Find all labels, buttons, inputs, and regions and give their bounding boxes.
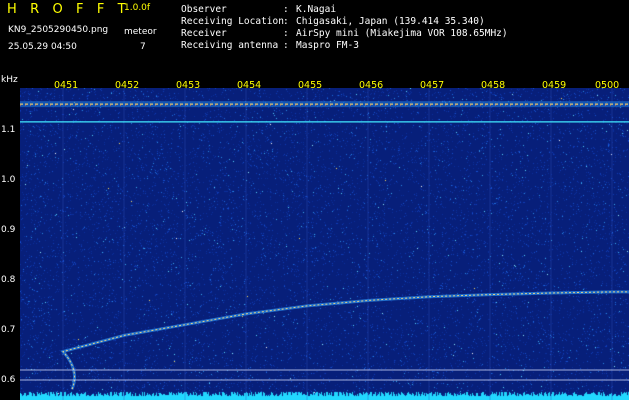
drift-trace-glow (60, 290, 629, 390)
time-tick-label: 0456 (359, 80, 384, 91)
y-tick-label: 1.1 (1, 125, 16, 135)
info-value-receiver: AirSpy mini (Miakejima VOR 108.65MHz) (296, 28, 508, 39)
info-colon: : (283, 40, 289, 51)
unit-label: kHz (1, 75, 18, 85)
count-label: 7 (140, 42, 146, 52)
header-panel: H R O F F T 1.0.0f KN9_2505290450.png me… (0, 0, 629, 76)
date-label: 25.05.29 04:50 (8, 42, 77, 52)
info-colon: : (283, 16, 289, 27)
time-tick-label: 0451 (54, 80, 79, 91)
info-colon: : (283, 4, 289, 15)
spectrogram-overlay (20, 88, 629, 400)
time-tick-label: 0453 (176, 80, 201, 91)
version-label: 1.0.0f (124, 3, 151, 13)
y-tick-label: 0.6 (1, 375, 16, 385)
time-tick-label: 0454 (237, 80, 262, 91)
time-tick-label: 0452 (115, 80, 140, 91)
filename-label: KN9_2505290450.png (8, 25, 109, 35)
info-value-antenna: Maspro FM-3 (296, 40, 359, 51)
brand-title: H R O F F T (7, 2, 131, 17)
info-colon: : (283, 28, 289, 39)
drift-trace (62, 291, 629, 390)
y-tick-label: 0.9 (1, 225, 16, 235)
time-tick-label: 0455 (298, 80, 323, 91)
info-value-location: Chigasaki, Japan (139.414 35.340) (296, 16, 485, 27)
mode-label: meteor (124, 27, 157, 37)
info-key-location: Receiving Location (181, 16, 284, 27)
info-key-receiver: Receiver (181, 28, 227, 39)
y-tick-label: 0.7 (1, 325, 16, 335)
time-tick-label: 0458 (481, 80, 506, 91)
y-tick-label: 0.8 (1, 275, 16, 285)
time-tick-label: 0500 (595, 80, 620, 91)
time-tick-label: 0457 (420, 80, 445, 91)
info-key-antenna: Receiving antenna (181, 40, 279, 51)
y-tick-label: 1.0 (1, 175, 16, 185)
spectrogram-plot (20, 88, 629, 400)
info-key-observer: Observer (181, 4, 227, 15)
time-tick-label: 0459 (542, 80, 567, 91)
info-value-observer: K.Nagai (296, 4, 337, 15)
